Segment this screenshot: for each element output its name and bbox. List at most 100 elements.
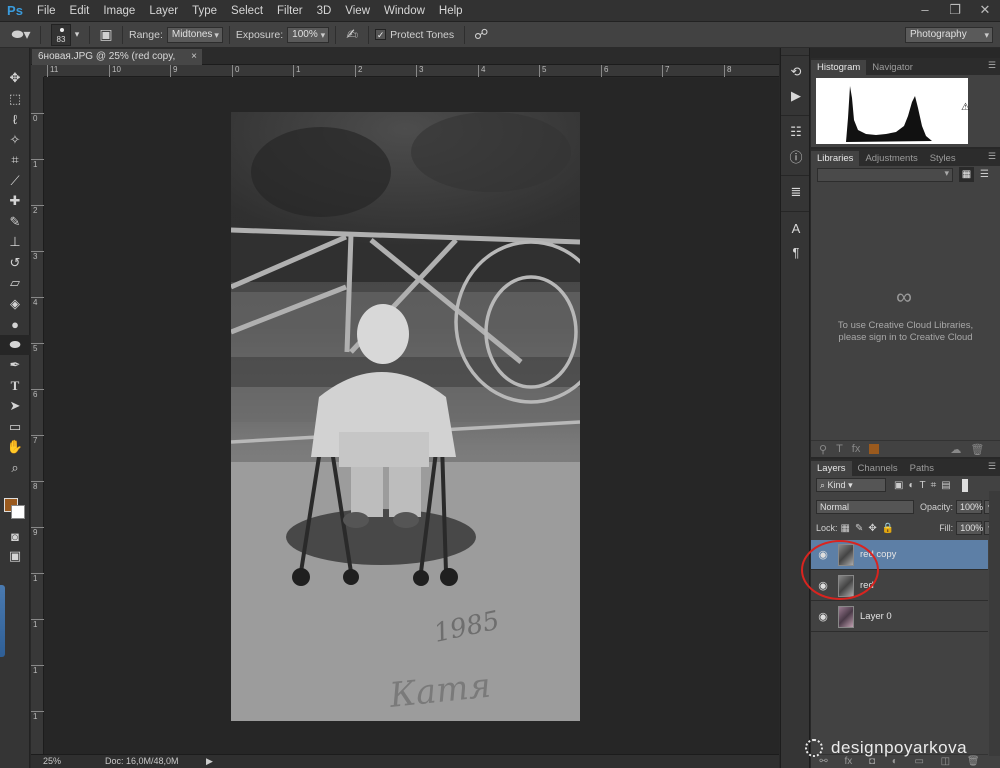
- eraser-tool-icon[interactable]: ▱: [0, 273, 30, 294]
- sync-icon[interactable]: ☁: [950, 443, 961, 456]
- tab-paths[interactable]: Paths: [904, 461, 940, 476]
- add-text-icon[interactable]: T: [836, 443, 843, 455]
- menu-3d[interactable]: 3D: [310, 0, 339, 22]
- blend-mode-select[interactable]: Normal: [816, 500, 914, 514]
- dodge-tool-preset-icon[interactable]: ⬬▾: [8, 26, 34, 43]
- eyedropper-tool-icon[interactable]: ⟋: [0, 171, 30, 192]
- properties-icon[interactable]: ☷: [781, 120, 811, 144]
- menu-select[interactable]: Select: [224, 0, 270, 22]
- layer-filter-icons[interactable]: ▣◐T⌗▤: [894, 480, 956, 491]
- protect-tones-checkbox[interactable]: ✓: [375, 29, 387, 40]
- lock-icons[interactable]: ▦✎✥🔒: [841, 523, 900, 534]
- grid-view-icon[interactable]: ▦: [959, 167, 974, 182]
- crop-tool-icon[interactable]: ⌗: [0, 150, 30, 171]
- libraries-message-line2: please sign in to Creative Cloud: [838, 332, 973, 343]
- horizontal-ruler[interactable]: 0 1 2 3 4 5 6 7 8 9 10 11: [44, 65, 779, 77]
- filter-toggle[interactable]: [961, 478, 968, 492]
- tab-adjustments[interactable]: Adjustments: [859, 151, 923, 166]
- layer-filter-select[interactable]: ⌕ Kind ▾: [816, 478, 886, 492]
- menu-file[interactable]: File: [30, 0, 63, 22]
- chevron-down-icon[interactable]: ▾: [71, 29, 83, 40]
- list-view-icon[interactable]: ☰: [977, 167, 992, 182]
- blur-tool-icon[interactable]: ●: [0, 314, 30, 335]
- dodge-tool-icon[interactable]: ⬬: [0, 334, 30, 355]
- photo-image[interactable]: 1985 Катя: [231, 112, 580, 721]
- actions-play-icon[interactable]: ▶: [781, 84, 811, 108]
- zoom-tool-icon[interactable]: ⌕: [0, 458, 30, 479]
- hand-tool-icon[interactable]: ✋: [0, 437, 30, 458]
- brush-tool-icon[interactable]: ✎: [0, 212, 30, 233]
- ruler-tick: 9: [31, 527, 44, 537]
- menu-window[interactable]: Window: [377, 0, 432, 22]
- path-selection-tool-icon[interactable]: ➤: [0, 396, 30, 417]
- document-canvas[interactable]: 1985 Катя: [44, 78, 779, 754]
- history-brush-tool-icon[interactable]: ↺: [0, 253, 30, 274]
- restore-button[interactable]: ❐: [940, 0, 970, 22]
- tab-histogram[interactable]: Histogram: [811, 60, 867, 75]
- pen-tool-icon[interactable]: ✒: [0, 355, 30, 376]
- ruler-tick: 1: [31, 159, 44, 169]
- lasso-tool-icon[interactable]: ℓ: [0, 109, 30, 130]
- character-icon[interactable]: A: [781, 216, 811, 240]
- layer-row[interactable]: ◉ Layer 0: [811, 602, 988, 632]
- panel-menu-icon[interactable]: ☰: [988, 461, 996, 472]
- opacity-field[interactable]: 100%: [956, 500, 983, 514]
- add-style-icon[interactable]: fx: [852, 443, 861, 455]
- layer-name[interactable]: Layer 0: [860, 611, 892, 622]
- close-icon[interactable]: ×: [191, 49, 197, 65]
- vertical-ruler[interactable]: 0 1 2 3 4 5 6 7 8 9 1 1 1 1: [31, 77, 44, 754]
- tab-navigator[interactable]: Navigator: [866, 60, 919, 75]
- range-select[interactable]: Midtones: [166, 26, 223, 43]
- tab-channels[interactable]: Channels: [852, 461, 904, 476]
- minimize-button[interactable]: –: [910, 0, 940, 22]
- collapsed-panel-tab[interactable]: [0, 585, 5, 657]
- quick-mask-icon[interactable]: ◙: [0, 526, 30, 547]
- add-graphic-icon[interactable]: ⚲: [819, 443, 827, 456]
- brush-size-picker[interactable]: 83: [51, 23, 71, 46]
- tab-libraries[interactable]: Libraries: [811, 151, 860, 166]
- menu-image[interactable]: Image: [96, 0, 142, 22]
- paragraph-icon[interactable]: ¶: [781, 240, 811, 264]
- menu-type[interactable]: Type: [185, 0, 224, 22]
- healing-brush-tool-icon[interactable]: ✚: [0, 191, 30, 212]
- tool-presets-icon[interactable]: ≣: [781, 180, 811, 204]
- menu-help[interactable]: Help: [432, 0, 470, 22]
- pressure-size-icon[interactable]: ☍: [471, 26, 491, 43]
- rectangle-tool-icon[interactable]: ▭: [0, 417, 30, 438]
- panel-menu-icon[interactable]: ☰: [988, 151, 996, 162]
- menu-view[interactable]: View: [338, 0, 377, 22]
- library-select[interactable]: [817, 168, 953, 182]
- tab-styles[interactable]: Styles: [924, 151, 962, 166]
- ruler-corner[interactable]: [31, 65, 44, 77]
- info-icon[interactable]: ⓘ: [781, 144, 811, 168]
- fill-field[interactable]: 100%: [956, 521, 983, 535]
- layers-scrollbar[interactable]: [989, 491, 1000, 756]
- delete-layer-icon[interactable]: 🗑: [967, 755, 980, 768]
- zoom-level[interactable]: 25%: [43, 755, 61, 768]
- menu-layer[interactable]: Layer: [142, 0, 185, 22]
- clone-stamp-tool-icon[interactable]: ⊥: [0, 232, 30, 253]
- paint-bucket-tool-icon[interactable]: ◈: [0, 294, 30, 315]
- airbrush-icon[interactable]: ✍: [342, 26, 362, 43]
- warning-icon[interactable]: ⚠: [961, 102, 970, 113]
- panel-menu-icon[interactable]: ☰: [988, 60, 996, 71]
- status-menu-arrow[interactable]: ▶: [206, 755, 213, 768]
- brush-panel-icon[interactable]: ▣: [96, 26, 116, 43]
- quick-select-tool-icon[interactable]: ✧: [0, 130, 30, 151]
- workspace-select[interactable]: Photography: [905, 27, 993, 43]
- menu-edit[interactable]: Edit: [63, 0, 97, 22]
- background-color-swatch[interactable]: [11, 505, 25, 519]
- add-color-icon[interactable]: [869, 444, 880, 454]
- history-icon[interactable]: ⟲: [781, 60, 811, 84]
- close-button[interactable]: ✕: [970, 0, 1000, 22]
- move-tool-icon[interactable]: ✥: [0, 68, 30, 89]
- type-tool-icon[interactable]: T: [0, 376, 30, 397]
- marquee-tool-icon[interactable]: ⬚: [0, 89, 30, 110]
- document-tab[interactable]: 6новая.JPG @ 25% (red copy, RGB/8) * ×: [32, 49, 202, 78]
- screen-mode-icon[interactable]: ▣: [0, 546, 30, 567]
- menu-filter[interactable]: Filter: [270, 0, 310, 22]
- visibility-eye-icon[interactable]: ◉: [811, 610, 835, 623]
- trash-icon[interactable]: 🗑: [970, 443, 984, 456]
- tab-layers[interactable]: Layers: [811, 461, 852, 476]
- exposure-field[interactable]: 100%: [287, 26, 330, 43]
